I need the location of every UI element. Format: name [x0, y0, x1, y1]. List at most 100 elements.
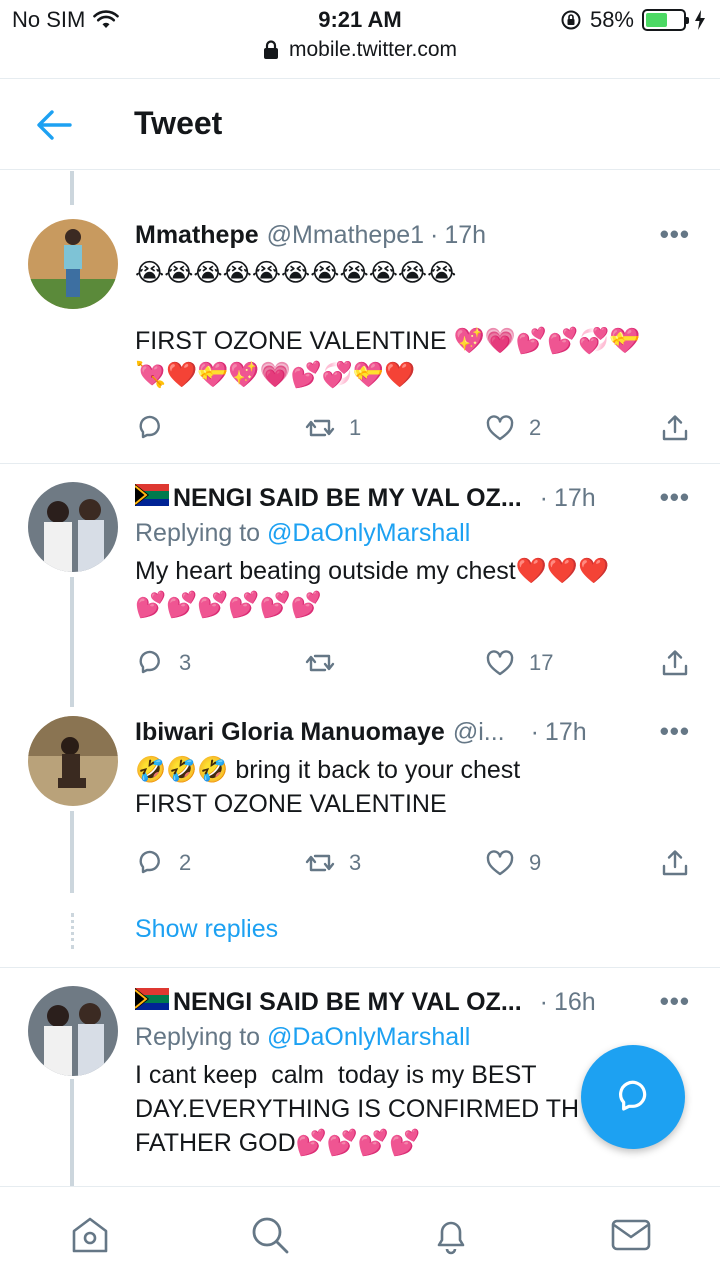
page-header: Tweet	[0, 78, 720, 170]
author-name[interactable]: Ibiwari Gloria Manuomaye	[135, 718, 445, 747]
url-text: mobile.twitter.com	[288, 38, 458, 61]
south-africa-flag-icon	[135, 988, 169, 1010]
replying-to: Replying to @DaOnlyMarshall	[135, 1023, 690, 1052]
avatar[interactable]	[28, 986, 118, 1076]
share-icon	[662, 415, 688, 441]
more-options-button[interactable]: •••	[660, 986, 690, 1017]
author-name[interactable]: NENGI SAID BE MY VAL OZ...	[173, 484, 522, 513]
reply-count: 3	[179, 650, 192, 675]
tweet-header: NENGI SAID BE MY VAL OZ... · 16h	[135, 988, 690, 1017]
retweet-button[interactable]	[305, 648, 349, 678]
reply-button[interactable]: 3	[135, 648, 191, 678]
share-button[interactable]	[660, 648, 690, 678]
battery-fill	[646, 13, 667, 27]
compose-reply-icon	[619, 1080, 647, 1111]
tweet-item[interactable]: Mmathepe @Mmathepe1 · 17h ••• 😭😭😭😭😭😭😭😭😭😭…	[0, 213, 720, 463]
tweet-text: 🤣🤣🤣 bring it back to your chest FIRST OZ…	[135, 756, 521, 818]
avatar-image	[28, 716, 118, 806]
reply-icon	[139, 415, 160, 439]
tweet-feed[interactable]: Mmathepe @Mmathepe1 · 17h ••• 😭😭😭😭😭😭😭😭😭😭…	[0, 171, 720, 1186]
reply-icon	[139, 650, 160, 674]
compose-reply-button[interactable]	[581, 1045, 685, 1149]
retweet-count: 1	[349, 415, 362, 440]
avatar[interactable]	[28, 219, 118, 309]
avatar[interactable]	[28, 716, 118, 806]
retweet-icon	[305, 854, 335, 872]
like-button[interactable]: 9	[485, 848, 541, 878]
reply-button[interactable]	[135, 413, 179, 443]
replying-to: Replying to @DaOnlyMarshall	[135, 519, 690, 548]
like-count: 2	[529, 415, 542, 440]
battery-percent: 58%	[589, 7, 634, 32]
south-africa-flag-icon	[135, 484, 169, 506]
tweet-text: My heart beating outside my chest❤️❤️❤️ …	[135, 557, 610, 619]
charging-bolt-icon	[695, 10, 705, 30]
tweet-time[interactable]: 17h	[545, 718, 587, 747]
bell-icon	[437, 1221, 465, 1255]
replying-to-link[interactable]: @DaOnlyMarshall	[267, 519, 470, 547]
reply-count: 2	[179, 850, 192, 875]
like-count: 17	[529, 650, 554, 675]
tweet-time[interactable]: 16h	[554, 988, 596, 1017]
nav-messages[interactable]	[609, 1213, 653, 1257]
like-button[interactable]: 17	[485, 648, 553, 678]
author-handle[interactable]: @i...	[453, 718, 505, 747]
heart-icon	[486, 650, 514, 676]
author-handle[interactable]: @Mmathepe1	[267, 221, 424, 250]
back-button[interactable]	[30, 103, 78, 147]
reply-button[interactable]: 2	[135, 848, 191, 878]
tweet-actions: 2 3 9	[135, 848, 690, 884]
tweet-content: Ibiwari Gloria Manuomaye @i... · 17h •••…	[135, 716, 690, 821]
retweet-button[interactable]: 1	[305, 413, 361, 443]
thread-dotted-line	[71, 913, 74, 949]
like-button[interactable]: 2	[485, 413, 541, 443]
tweet-header: Ibiwari Gloria Manuomaye @i... · 17h	[135, 718, 690, 747]
replying-to-link[interactable]: @DaOnlyMarshall	[267, 1023, 470, 1051]
heart-icon	[486, 415, 514, 441]
status-bar: No SIM 9:21 AM 58% mobile.twitter.com	[0, 0, 720, 61]
like-count: 9	[529, 850, 542, 875]
mail-icon	[611, 1219, 651, 1251]
retweet-button[interactable]: 3	[305, 848, 361, 878]
more-options-button[interactable]: •••	[660, 219, 690, 250]
heart-icon	[486, 850, 514, 876]
retweet-icon	[305, 419, 335, 437]
tweet-item[interactable]: Ibiwari Gloria Manuomaye @i... · 17h •••…	[0, 704, 720, 904]
author-name[interactable]: NENGI SAID BE MY VAL OZ...	[173, 988, 522, 1017]
avatar[interactable]	[28, 482, 118, 572]
show-replies-link[interactable]: Show replies	[135, 915, 278, 944]
lock-icon	[263, 40, 278, 59]
author-name[interactable]: Mmathepe	[135, 221, 259, 250]
tweet-text: 😭😭😭😭😭😭😭😭😭😭😭 FIRST OZONE VALENTINE 💖💗💕💕💞💝…	[135, 259, 641, 389]
share-button[interactable]	[660, 413, 690, 443]
nav-search[interactable]	[248, 1213, 292, 1257]
status-right: 58%	[560, 7, 706, 33]
tweet-actions: 1 2	[135, 413, 690, 449]
search-icon	[252, 1217, 289, 1254]
nav-notifications[interactable]	[429, 1213, 473, 1257]
separator-dot: ·	[539, 484, 548, 512]
share-icon	[662, 650, 688, 676]
avatar-image	[28, 482, 118, 572]
replying-label: Replying to	[135, 519, 261, 547]
tweet-header: Mmathepe @Mmathepe1 · 17h	[135, 221, 690, 250]
bottom-nav	[0, 1186, 720, 1280]
retweet-count: 3	[349, 850, 362, 875]
more-options-button[interactable]: •••	[660, 482, 690, 513]
separator-dot: ·	[430, 221, 439, 249]
tweet-time[interactable]: 17h	[554, 484, 596, 513]
avatar-image	[28, 219, 118, 309]
home-icon	[72, 1217, 108, 1253]
share-button[interactable]	[660, 848, 690, 878]
more-options-button[interactable]: •••	[660, 716, 690, 747]
thread-line	[70, 171, 74, 205]
page-title: Tweet	[134, 105, 223, 141]
nav-home[interactable]	[68, 1213, 112, 1257]
tweet-time[interactable]: 17h	[444, 221, 486, 250]
url-bar[interactable]: mobile.twitter.com	[0, 38, 720, 62]
tweet-content: NENGI SAID BE MY VAL OZ... · 17h ••• Rep…	[135, 482, 690, 622]
share-icon	[662, 850, 688, 876]
retweet-icon	[305, 654, 335, 672]
separator-dot: ·	[530, 718, 539, 746]
tweet-item[interactable]: NENGI SAID BE MY VAL OZ... · 17h ••• Rep…	[0, 464, 720, 704]
